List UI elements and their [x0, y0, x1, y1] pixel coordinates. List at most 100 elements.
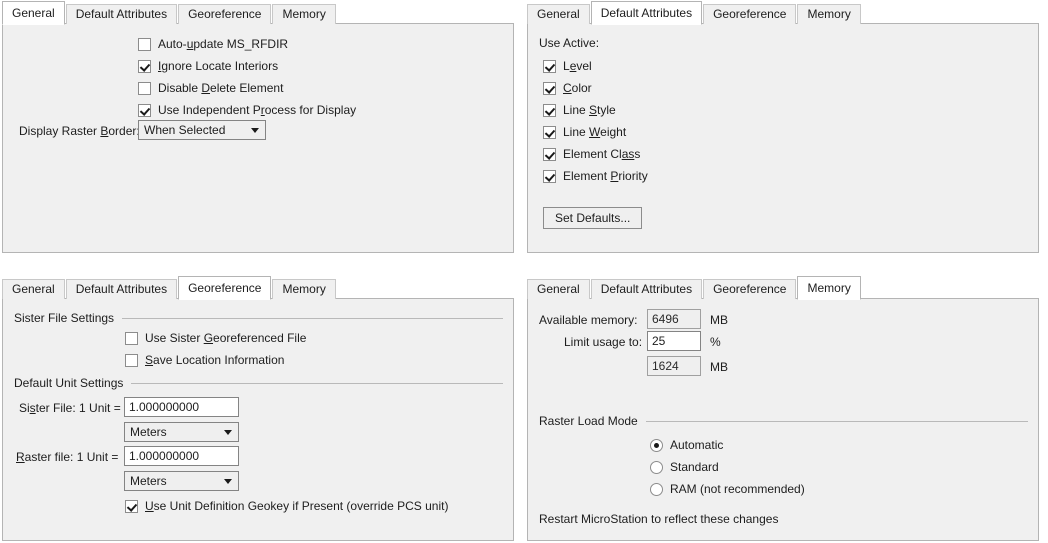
chevron-down-icon[interactable] — [245, 121, 265, 139]
checkbox-label: Use Independent Process for Display — [158, 103, 357, 117]
tab-label: Georeference — [188, 7, 262, 21]
checkbox-row-color[interactable]: Color — [543, 77, 592, 99]
tab-memory[interactable]: Memory — [272, 279, 336, 299]
checkbox-row-save-location-information[interactable]: Save Location Information — [125, 349, 284, 371]
tab-georeference[interactable]: Georeference — [703, 4, 797, 24]
available-memory-value: 6496 — [647, 309, 701, 329]
tabstrip-default-attributes: General Default Attributes Georeference … — [527, 0, 1039, 25]
chevron-down-icon[interactable] — [218, 472, 238, 490]
checkbox-line-style[interactable] — [543, 103, 556, 117]
checkbox-row-element-class[interactable]: Element Class — [543, 143, 640, 165]
tab-label: General — [12, 6, 55, 20]
checkbox-level[interactable] — [543, 59, 556, 73]
tab-label: Georeference — [713, 282, 787, 296]
radio-standard[interactable] — [650, 460, 663, 474]
tab-general[interactable]: General — [527, 279, 590, 299]
tab-label: Default Attributes — [75, 7, 168, 21]
panel-memory: General Default Attributes Georeference … — [527, 275, 1039, 541]
dropdown-value: Meters — [130, 425, 167, 439]
checkbox-line-weight[interactable] — [543, 125, 556, 139]
checkbox-row-disable-delete-element[interactable]: Disable Delete Element — [138, 77, 283, 99]
radio-row-automatic[interactable]: Automatic — [650, 434, 723, 456]
sister-file-unit-input[interactable]: 1.000000000 — [124, 397, 239, 417]
checkbox-row-use-independent-process[interactable]: Use Independent Process for Display — [138, 99, 356, 121]
checkbox-save-location-information[interactable] — [125, 353, 138, 367]
tab-memory[interactable]: Memory — [797, 276, 861, 300]
limit-usage-input[interactable]: 25 — [647, 331, 701, 351]
tab-general[interactable]: General — [2, 1, 65, 25]
tab-label: Memory — [282, 7, 326, 21]
tab-default-attributes[interactable]: Default Attributes — [65, 4, 178, 24]
checkbox-ignore-locate-interiors[interactable] — [138, 59, 151, 73]
tab-label: Memory — [807, 281, 851, 295]
pane-general: Auto-update MS_RFDIR Ignore Locate Inter… — [2, 23, 514, 253]
checkbox-row-use-sister-georeferenced-file[interactable]: Use Sister Georeferenced File — [125, 327, 306, 349]
radio-row-standard[interactable]: Standard — [650, 456, 719, 478]
display-raster-border-dropdown[interactable]: When Selected — [138, 120, 266, 140]
tab-georeference[interactable]: Georeference — [178, 4, 272, 24]
dropdown-value: Meters — [130, 474, 167, 488]
restart-note: Restart MicroStation to reflect these ch… — [539, 512, 779, 526]
available-memory-label: Available memory: — [539, 313, 638, 327]
checkbox-disable-delete-element[interactable] — [138, 81, 151, 95]
limit-usage-unit: % — [710, 335, 721, 349]
checkbox-row-level[interactable]: Level — [543, 55, 592, 77]
tab-general[interactable]: General — [2, 279, 65, 299]
checkbox-row-ignore-locate-interiors[interactable]: Ignore Locate Interiors — [138, 55, 278, 77]
checkbox-label: Disable Delete Element — [158, 81, 284, 95]
tab-general[interactable]: General — [527, 4, 590, 24]
set-defaults-button[interactable]: Set Defaults... — [543, 207, 643, 229]
display-raster-border-label: Display Raster Border: — [19, 124, 140, 138]
checkbox-label: Line Style — [563, 103, 616, 117]
checkbox-row-auto-update-ms-rfdir[interactable]: Auto-update MS_RFDIR — [138, 33, 288, 55]
checkbox-element-priority[interactable] — [543, 169, 556, 183]
checkbox-row-element-priority[interactable]: Element Priority — [543, 165, 648, 187]
tab-default-attributes[interactable]: Default Attributes — [590, 279, 703, 299]
checkbox-auto-update-ms-rfdir[interactable] — [138, 37, 151, 51]
radio-label: Standard — [670, 460, 719, 474]
tab-label: Georeference — [713, 7, 787, 21]
checkbox-row-line-weight[interactable]: Line Weight — [543, 121, 626, 143]
raster-file-unit-dropdown[interactable]: Meters — [124, 471, 239, 491]
radio-ram[interactable] — [650, 482, 663, 496]
tab-default-attributes[interactable]: Default Attributes — [590, 1, 703, 25]
checkbox-use-unit-definition-geokey[interactable] — [125, 499, 138, 513]
tabstrip-general: General Default Attributes Georeference … — [2, 0, 514, 25]
tab-georeference[interactable]: Georeference — [178, 276, 272, 300]
tab-label: Default Attributes — [600, 282, 693, 296]
pane-memory: Available memory: 6496 MB Limit usage to… — [527, 298, 1039, 541]
group-header-default-unit-settings: Default Unit Settings — [14, 376, 503, 390]
tab-default-attributes[interactable]: Default Attributes — [65, 279, 178, 299]
limit-usage-megabytes-unit: MB — [710, 360, 728, 374]
checkbox-color[interactable] — [543, 81, 556, 95]
tab-label: General — [537, 7, 580, 21]
use-active-label: Use Active: — [539, 36, 600, 50]
checkbox-row-use-unit-definition-geokey[interactable]: Use Unit Definition Geokey if Present (o… — [125, 495, 448, 517]
checkbox-label: Color — [563, 81, 592, 95]
sister-file-unit-label: Sister File: 1 Unit = — [19, 401, 121, 415]
checkbox-use-independent-process-for-display[interactable] — [138, 103, 151, 117]
tab-label: Default Attributes — [600, 6, 693, 20]
panel-default-attributes: General Default Attributes Georeference … — [527, 0, 1039, 253]
checkbox-label: Ignore Locate Interiors — [158, 59, 279, 73]
dropdown-value: When Selected — [144, 123, 226, 137]
chevron-down-icon[interactable] — [218, 423, 238, 441]
tab-label: Memory — [807, 7, 851, 21]
radio-row-ram[interactable]: RAM (not recommended) — [650, 478, 805, 500]
tab-georeference[interactable]: Georeference — [703, 279, 797, 299]
checkbox-use-sister-georeferenced-file[interactable] — [125, 331, 138, 345]
group-header-sister-file-settings: Sister File Settings — [14, 311, 503, 325]
raster-file-unit-input[interactable]: 1.000000000 — [124, 446, 239, 466]
radio-automatic[interactable] — [650, 438, 663, 452]
group-label: Raster Load Mode — [539, 414, 638, 428]
sister-file-unit-dropdown[interactable]: Meters — [124, 422, 239, 442]
checkbox-label: Use Unit Definition Geokey if Present (o… — [145, 499, 449, 513]
tab-memory[interactable]: Memory — [272, 4, 336, 24]
raster-file-unit-label: Raster file: 1 Unit = — [16, 450, 119, 464]
tab-label: General — [12, 282, 55, 296]
checkbox-element-class[interactable] — [543, 147, 556, 161]
tab-memory[interactable]: Memory — [797, 4, 861, 24]
tabstrip-filler — [861, 22, 1039, 24]
checkbox-row-line-style[interactable]: Line Style — [543, 99, 616, 121]
checkbox-label: Save Location Information — [145, 353, 285, 367]
